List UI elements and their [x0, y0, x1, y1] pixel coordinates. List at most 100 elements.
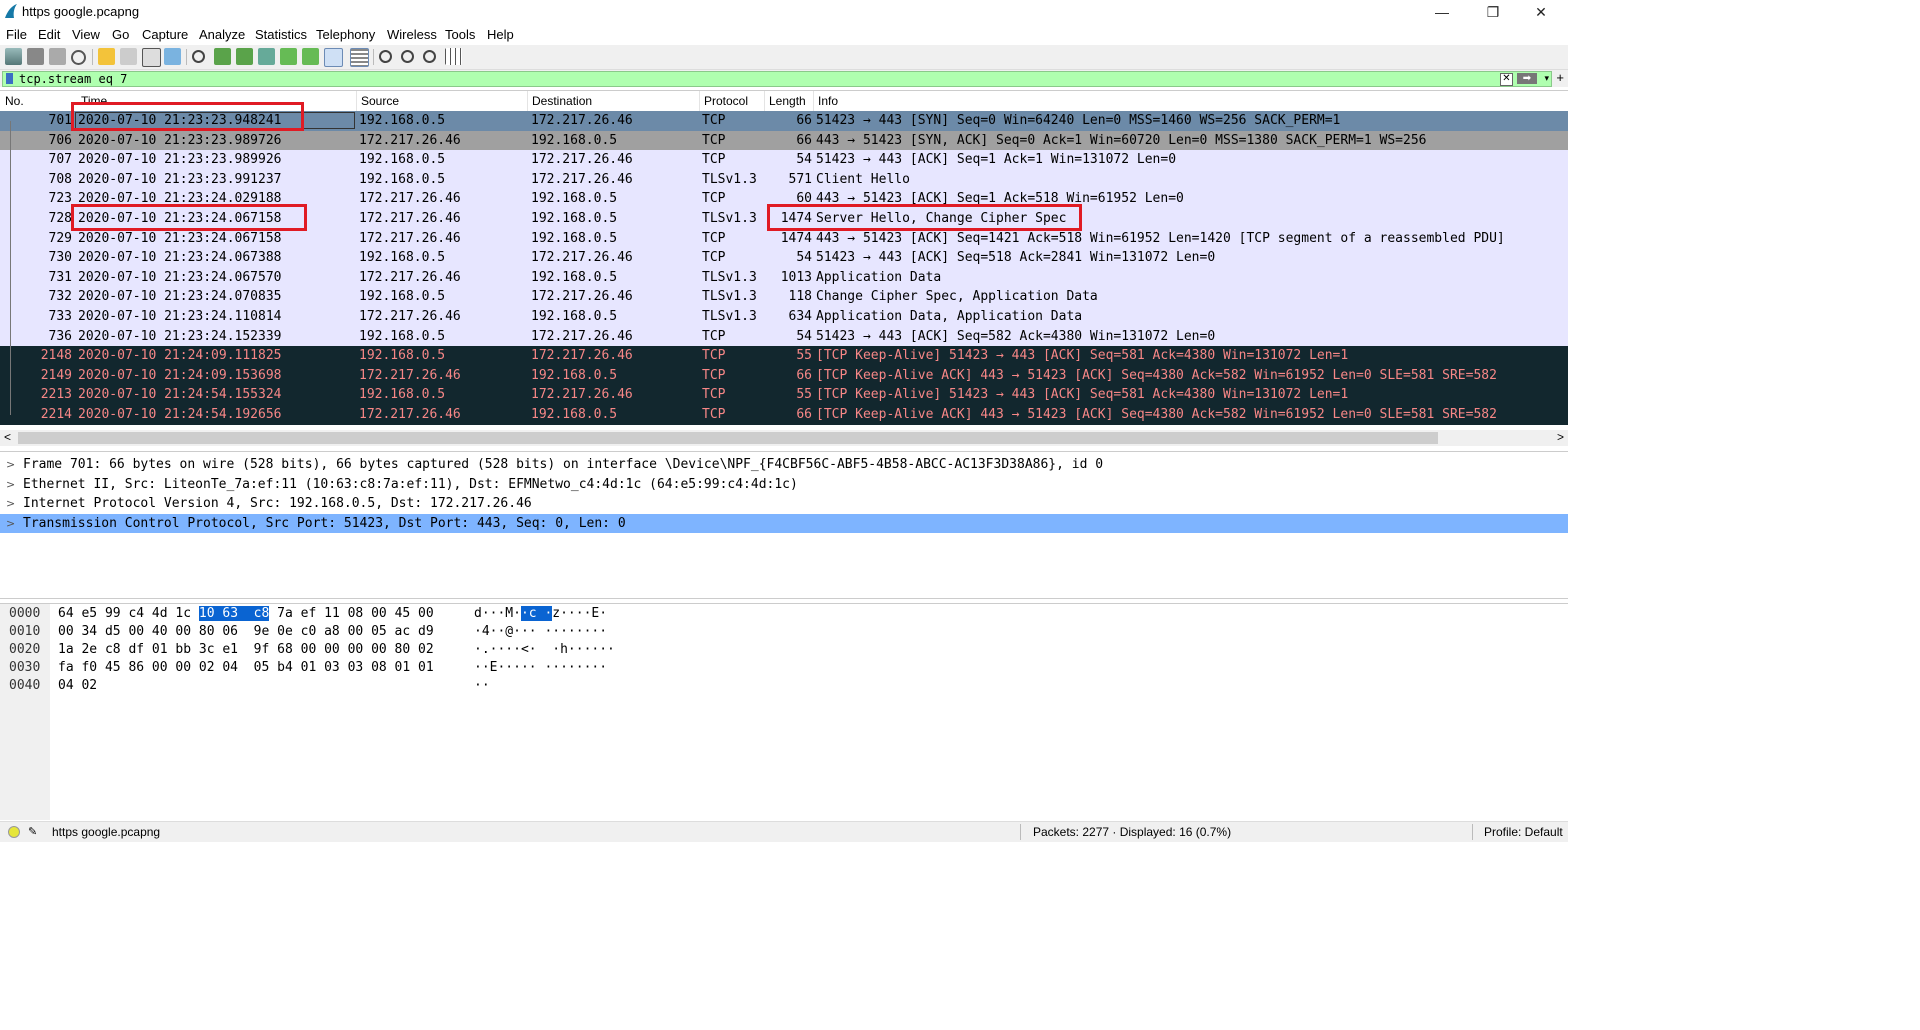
add-filter-button[interactable]: +: [1556, 70, 1564, 85]
go-last-icon[interactable]: [302, 48, 319, 65]
bytes-row[interactable]: 0010 00 34 d5 00 40 00 80 06 9e 0e c0 a8 …: [0, 623, 1568, 641]
close-button[interactable]: ✕: [1518, 0, 1564, 24]
packet-time: 2020-07-10 21:24:54.192656: [78, 407, 282, 422]
detail-row-selected[interactable]: > Transmission Control Protocol, Src Port…: [0, 513, 1568, 534]
column-info[interactable]: Info: [818, 94, 838, 108]
bytes-row[interactable]: 0020 1a 2e c8 df 01 bb 3c e1 9f 68 00 00 …: [0, 641, 1568, 659]
column-divider[interactable]: [813, 91, 814, 111]
chevron-right-icon[interactable]: >: [6, 514, 15, 534]
stop-capture-icon[interactable]: [27, 48, 44, 65]
start-capture-icon[interactable]: [5, 48, 22, 65]
scroll-right-icon[interactable]: >: [1557, 430, 1564, 444]
detail-row[interactable]: > Frame 701: 66 bytes on wire (528 bits),…: [0, 455, 1568, 475]
detail-row[interactable]: > Ethernet II, Src: LiteonTe_7a:ef:11 (10…: [0, 475, 1568, 495]
packet-source: 172.217.26.46: [359, 132, 461, 148]
bytes-offset: 0000: [9, 606, 41, 621]
packet-destination: 172.217.26.46: [531, 387, 633, 403]
scrollbar-thumb[interactable]: [18, 432, 1438, 444]
clear-filter-icon[interactable]: ✕: [1500, 73, 1513, 86]
menu-tools[interactable]: Tools: [445, 27, 475, 42]
open-file-icon[interactable]: [98, 48, 115, 65]
menu-file[interactable]: File: [6, 27, 27, 42]
packet-row[interactable]: 707 2020-07-10 21:23:23.989926 192.168.0.5…: [0, 150, 1568, 170]
menu-capture[interactable]: Capture: [142, 27, 188, 42]
bytes-row[interactable]: 0000 64 e5 99 c4 4d 1c 10 63 c8 7a ef 11 …: [0, 605, 1568, 623]
menu-view[interactable]: View: [72, 27, 100, 42]
minimize-button[interactable]: —: [1419, 0, 1465, 24]
bytes-hex: 00 34 d5 00 40 00 80 06 9e 0e c0 a8 00 0…: [58, 623, 434, 641]
column-divider[interactable]: [764, 91, 765, 111]
save-file-icon[interactable]: [120, 48, 137, 65]
menu-statistics[interactable]: Statistics: [255, 27, 307, 42]
find-packet-icon[interactable]: [192, 50, 205, 63]
packet-row[interactable]: 706 2020-07-10 21:23:23.989726 172.217.26.…: [0, 130, 1568, 151]
packet-info: 443 → 51423 [ACK] Seq=1421 Ack=518 Win=6…: [816, 230, 1505, 246]
column-protocol[interactable]: Protocol: [704, 94, 748, 108]
bytes-row[interactable]: 0030 fa f0 45 86 00 00 02 04 05 b4 01 03 …: [0, 659, 1568, 677]
packet-row[interactable]: 731 2020-07-10 21:23:24.067570 172.217.26.…: [0, 267, 1568, 288]
packet-row[interactable]: 732 2020-07-10 21:23:24.070835 192.168.0.5…: [0, 287, 1568, 307]
menu-go[interactable]: Go: [112, 27, 129, 42]
packet-row[interactable]: 2213 2020-07-10 21:24:54.155324 192.168.0.…: [0, 385, 1568, 405]
packet-row[interactable]: 736 2020-07-10 21:23:24.152339 192.168.0.5…: [0, 326, 1568, 347]
apply-filter-icon[interactable]: ➡: [1517, 73, 1537, 84]
packet-time: 2020-07-10 21:23:24.152339: [78, 328, 282, 344]
bytes-row[interactable]: 0040 04 02 ··: [0, 677, 1568, 695]
packet-row[interactable]: 708 2020-07-10 21:23:23.991237 192.168.0.5…: [0, 169, 1568, 190]
column-source[interactable]: Source: [361, 94, 399, 108]
menu-wireless[interactable]: Wireless: [387, 27, 437, 42]
packet-row[interactable]: 2214 2020-07-10 21:24:54.192656 172.217.26…: [0, 405, 1568, 425]
chevron-right-icon[interactable]: >: [6, 494, 15, 514]
packet-bytes[interactable]: 0000 64 e5 99 c4 4d 1c 10 63 c8 7a ef 11 …: [0, 603, 1568, 820]
chevron-right-icon[interactable]: >: [6, 475, 15, 495]
column-divider[interactable]: [699, 91, 700, 111]
zoom-out-icon[interactable]: [401, 50, 414, 63]
packet-row[interactable]: 729 2020-07-10 21:23:24.067158 172.217.26.…: [0, 228, 1568, 249]
zoom-in-icon[interactable]: [379, 50, 392, 63]
bytes-ascii-part: ··E····· ········: [474, 660, 608, 675]
edit-comment-icon[interactable]: ✎: [28, 825, 37, 838]
go-forward-icon[interactable]: [236, 48, 253, 65]
close-file-icon[interactable]: [142, 48, 161, 67]
horizontal-scrollbar[interactable]: < >: [0, 430, 1568, 446]
detail-row[interactable]: > Internet Protocol Version 4, Src: 192.1…: [0, 494, 1568, 514]
column-divider[interactable]: [527, 91, 528, 111]
menu-edit[interactable]: Edit: [38, 27, 60, 42]
packet-list[interactable]: No. Time Source Destination Protocol Len…: [0, 90, 1568, 431]
packet-row[interactable]: 2149 2020-07-10 21:24:09.153698 172.217.26…: [0, 365, 1568, 386]
status-profile[interactable]: Profile: Default: [1484, 825, 1563, 839]
menu-telephony[interactable]: Telephony: [316, 27, 375, 42]
go-to-packet-icon[interactable]: [258, 48, 275, 65]
menu-analyze[interactable]: Analyze: [199, 27, 245, 42]
packet-row[interactable]: 733 2020-07-10 21:23:24.110814 172.217.26.…: [0, 307, 1568, 327]
reload-file-icon[interactable]: [164, 48, 181, 65]
scroll-left-icon[interactable]: <: [4, 430, 11, 444]
autoscroll-icon[interactable]: [324, 48, 343, 67]
column-divider[interactable]: [356, 91, 357, 111]
packet-row[interactable]: 2148 2020-07-10 21:24:09.111825 192.168.0.…: [0, 346, 1568, 366]
packet-destination: 192.168.0.5: [531, 230, 618, 246]
bytes-hex-part: 1a 2e c8 df 01 bb 3c e1 9f 68 00 00 00 0…: [58, 642, 434, 657]
column-destination[interactable]: Destination: [532, 94, 592, 108]
capture-options-icon[interactable]: [71, 50, 86, 65]
packet-destination: 172.217.26.46: [531, 171, 633, 187]
go-first-icon[interactable]: [280, 48, 297, 65]
colorize-icon[interactable]: [350, 48, 369, 67]
expert-info-icon[interactable]: [8, 826, 20, 838]
bookmark-icon[interactable]: [6, 73, 13, 84]
go-back-icon[interactable]: [214, 48, 231, 65]
chevron-right-icon[interactable]: >: [6, 455, 15, 475]
packet-length: 1474: [780, 230, 812, 246]
filter-text[interactable]: tcp.stream eq 7: [19, 72, 127, 86]
chevron-down-icon[interactable]: ▾: [1544, 73, 1549, 84]
column-no[interactable]: No.: [5, 94, 24, 108]
display-filter-input[interactable]: tcp.stream eq 7 ✕ ➡ ▾: [2, 71, 1552, 87]
packet-row[interactable]: 730 2020-07-10 21:23:24.067388 192.168.0.5…: [0, 248, 1568, 268]
column-length[interactable]: Length: [769, 94, 806, 108]
menu-help[interactable]: Help: [487, 27, 514, 42]
maximize-button[interactable]: ❐: [1470, 0, 1516, 24]
packet-details[interactable]: > Frame 701: 66 bytes on wire (528 bits),…: [0, 451, 1568, 599]
restart-capture-icon[interactable]: [49, 48, 66, 65]
resize-columns-icon[interactable]: [445, 48, 462, 65]
normal-size-icon[interactable]: [423, 50, 436, 63]
